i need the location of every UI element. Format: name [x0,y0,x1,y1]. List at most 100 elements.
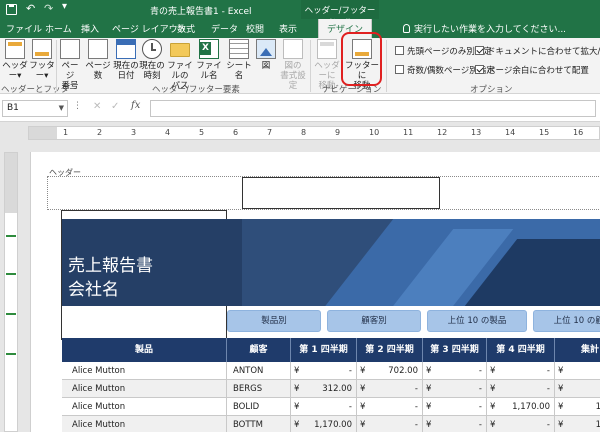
insert-function-icon[interactable]: fx [131,100,140,111]
ruler-number: 10 [369,128,380,137]
currency-symbol: ¥ [294,366,300,376]
tab-formulas[interactable]: 数式 [177,22,195,35]
odd-even-checkbox[interactable] [395,65,404,74]
ruler-number: 5 [199,128,205,137]
table-cell-q2[interactable]: ¥ - [357,398,423,416]
tab-insert[interactable]: 挿入 [81,22,99,35]
formula-bar-grip-icon: ⋮ [73,101,82,111]
table-row[interactable]: Alice MuttonBOTTM¥1,170.00¥-¥-¥-¥1,170 [62,416,600,432]
align-label: ページ余白に合わせて配置 [487,66,589,76]
group-divider [310,40,311,92]
amount-value: 702.00 [388,366,418,376]
amount-value: 1,170.00 [314,420,352,430]
tell-me-box[interactable]: 実行したい作業を入力してください... [403,22,566,35]
table-cell-customer[interactable]: ANTON [227,362,291,380]
tab-page-layout[interactable]: ページ レイアウト [112,22,187,35]
table-cell-q4[interactable]: ¥1,170.00 [487,398,555,416]
table-cell-q4[interactable]: ¥ - [487,416,555,432]
page-number-button[interactable]: ページ 番号 [58,38,82,91]
undo-icon[interactable]: ↶ [26,2,35,15]
cancel-icon[interactable]: ✕ [93,101,101,112]
current-time-button[interactable]: 現在の 時刻 [139,38,165,81]
tab-data[interactable]: データ [211,22,238,35]
footer-button[interactable]: フッター▾ [29,38,55,81]
table-cell-q4[interactable]: ¥ - [487,380,555,398]
go-to-header-label-1: ヘッダーに [314,61,340,81]
ruler-tick [6,235,16,237]
page-count-button[interactable]: ページ数 [83,38,113,81]
lightbulb-icon [403,24,410,33]
table-cell-customer[interactable]: BOLID [227,398,291,416]
table-cell-q2[interactable]: ¥ - [357,416,423,432]
by-product-button[interactable]: 製品別 [227,310,321,332]
amount-value: - [546,366,550,376]
table-row[interactable]: Alice MuttonBERGS¥312.00¥-¥-¥-¥312 [62,380,600,398]
scale-option[interactable]: ドキュメントに合わせて拡大/縮小 [475,45,600,57]
column-header-q4: 第 4 四半期 [487,338,555,362]
table-cell-q2[interactable]: ¥702.00 [357,362,423,380]
currency-symbol: ¥ [426,402,432,412]
table-cell-total[interactable]: ¥1,170 [555,398,600,416]
current-date-button[interactable]: 現在の 日付 [113,38,139,81]
table-cell-product[interactable]: Alice Mutton [62,398,227,416]
quick-access-dropdown-icon[interactable]: ▾ [62,1,67,12]
table-cell-q1[interactable]: ¥312.00 [291,380,357,398]
table-cell-q3[interactable]: ¥ - [423,398,487,416]
table-cell-total[interactable]: ¥1,170 [555,416,600,432]
table-row[interactable]: Alice MuttonANTON¥-¥702.00¥-¥-¥702 [62,362,600,380]
currency-symbol: ¥ [426,384,432,394]
table-cell-q1[interactable]: ¥ - [291,398,357,416]
table-cell-product[interactable]: Alice Mutton [62,416,227,432]
picture-icon [256,39,276,59]
table-cell-q3[interactable]: ¥ - [423,416,487,432]
column-header-q1: 第 1 四半期 [291,338,357,362]
top10-products-button[interactable]: 上位 10 の製品 [427,310,527,332]
table-cell-q2[interactable]: ¥ - [357,380,423,398]
scale-checkbox[interactable] [475,46,484,55]
currency-symbol: ¥ [294,420,300,430]
table-row[interactable]: Alice MuttonBOLID¥-¥-¥-¥1,170.00¥1,170 [62,398,600,416]
ruler-number: 3 [131,128,137,137]
formula-input[interactable] [150,100,596,117]
align-option[interactable]: ページ余白に合わせて配置 [475,64,589,76]
table-cell-product[interactable]: Alice Mutton [62,362,227,380]
tab-file[interactable]: ファイル [6,22,42,35]
enter-icon[interactable]: ✓ [111,101,119,112]
tab-view[interactable]: 表示 [279,22,297,35]
company-name: 会社名 [68,280,119,300]
amount-value: - [414,384,418,394]
header-button[interactable]: ヘッダー▾ [2,38,28,81]
file-path-label-1: ファイルの [167,61,193,81]
tab-home[interactable]: ホーム [45,22,72,35]
tell-me-text: 実行したい作業を入力してください... [414,25,567,35]
file-name-label: ファイル名 [196,61,222,81]
top10-customers-button[interactable]: 上位 10 の顧客 [533,310,600,332]
picture-button[interactable]: 図 [255,38,277,71]
table-cell-q4[interactable]: ¥ - [487,362,555,380]
currency-symbol: ¥ [558,420,564,430]
first-page-checkbox[interactable] [395,46,404,55]
align-checkbox[interactable] [475,65,484,74]
table-cell-product[interactable]: Alice Mutton [62,380,227,398]
sheet-name-button[interactable]: シート名 [224,38,254,81]
table-cell-customer[interactable]: BERGS [227,380,291,398]
table-cell-q1[interactable]: ¥1,170.00 [291,416,357,432]
file-name-button[interactable]: ファイル名 [195,38,223,81]
by-customer-button[interactable]: 顧客別 [327,310,421,332]
ruler-number: 12 [437,128,448,137]
table-cell-q3[interactable]: ¥ - [423,380,487,398]
format-picture-button[interactable]: 図の 書式設定 [278,38,308,91]
table-cell-total[interactable]: ¥312 [555,380,600,398]
tab-review[interactable]: 校閲 [246,22,264,35]
table-cell-q1[interactable]: ¥ - [291,362,357,380]
table-cell-customer[interactable]: BOTTM [227,416,291,432]
name-box[interactable]: B1 ▼ [2,100,68,117]
name-box-dropdown-icon[interactable]: ▼ [59,104,64,112]
table-cell-total[interactable]: ¥702 [555,362,600,380]
save-icon[interactable] [6,4,17,15]
table-cell-q3[interactable]: ¥ - [423,362,487,380]
column-header-product: 製品 [62,338,227,362]
formula-bar: B1 ▼ ⋮ ✕ ✓ fx [0,94,600,122]
header-center-section[interactable] [242,177,440,209]
redo-icon[interactable]: ↷ [44,2,53,15]
